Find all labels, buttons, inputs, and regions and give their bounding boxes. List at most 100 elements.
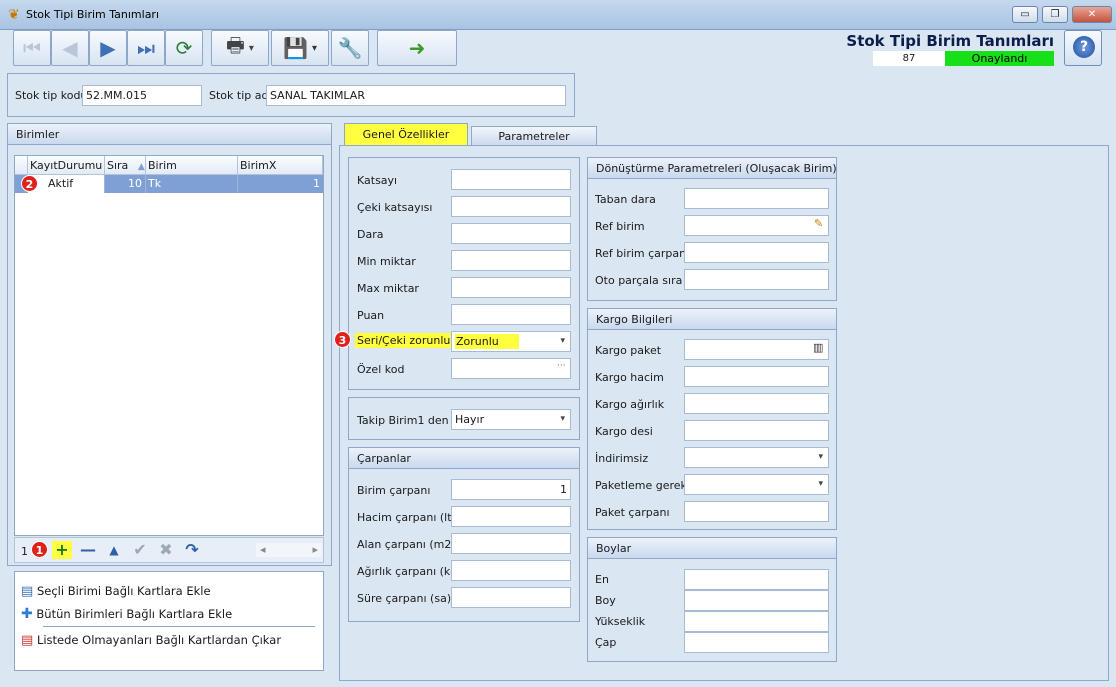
weight-multiplier-input[interactable] [451, 560, 571, 581]
grid-scrollbar[interactable]: ◂ ▸ [256, 543, 322, 557]
refresh-icon[interactable]: ⟳ [165, 30, 203, 66]
pager-text: 1 [21, 545, 28, 558]
move-up-icon[interactable]: ▲ [104, 541, 124, 559]
app-butterfly-icon: ❦ [8, 7, 20, 23]
base-tare-input[interactable] [684, 188, 829, 209]
remove-row-icon[interactable]: — [78, 541, 98, 559]
first-record-icon[interactable]: ⏮ [13, 30, 51, 66]
add-all-units-action[interactable]: ✚ Bütün Birimleri Bağlı Kartlara Ekle [21, 603, 232, 625]
diameter-input[interactable] [684, 632, 829, 653]
cargo-volume-input[interactable] [684, 366, 829, 387]
add-all-units-label: Bütün Birimleri Bağlı Kartlara Ekle [36, 607, 233, 621]
length-input[interactable] [684, 590, 829, 611]
width-input[interactable] [684, 569, 829, 590]
stock-name-input[interactable]: SANAL TAKIMLAR [266, 85, 566, 106]
minimize-button[interactable]: ▭ [1012, 6, 1038, 23]
cell-unit[interactable]: Tk [146, 175, 238, 193]
field-label-cargo-volume: Kargo hacim [595, 371, 664, 384]
field-label-score: Puan [357, 309, 385, 322]
next-record-icon[interactable]: ▶ [89, 30, 127, 66]
tab-general[interactable]: Genel Özellikler [344, 123, 468, 145]
pull-coefficient-input[interactable] [451, 196, 571, 217]
grid-indicator-header [15, 156, 28, 175]
restore-button[interactable]: ❐ [1042, 6, 1068, 23]
packaging-required-select[interactable] [684, 474, 829, 495]
scroll-right-icon[interactable]: ▸ [312, 543, 318, 556]
tracking-select[interactable]: Hayır [451, 409, 571, 430]
add-selected-icon: ▤ [21, 584, 34, 599]
area-multiplier-input[interactable] [451, 533, 571, 554]
unit-multiplier-input[interactable]: 1 [451, 479, 571, 500]
min-quantity-input[interactable] [451, 250, 571, 271]
field-label-special-code: Özel kod [357, 363, 405, 376]
ref-unit-input[interactable] [684, 215, 829, 236]
window-title: Stok Tipi Birim Tanımları [26, 8, 160, 21]
remove-missing-units-action[interactable]: ▤ Listede Olmayanları Bağlı Kartlardan Ç… [21, 629, 281, 651]
field-label-height: Yükseklik [595, 615, 646, 628]
serial-required-select[interactable]: Zorunlu [451, 331, 571, 352]
score-input[interactable] [451, 304, 571, 325]
column-header-unit[interactable]: Birim [146, 156, 238, 175]
field-label-base-tare: Taban dara [595, 193, 656, 206]
field-label-area-multiplier: Alan çarpanı (m2) [357, 538, 456, 551]
cargo-weight-input[interactable] [684, 393, 829, 414]
sizes-group: Boylar En Boy Yükseklik Çap [587, 537, 837, 662]
cell-order[interactable]: 10 [105, 175, 146, 193]
cell-unitx[interactable]: 1 [238, 175, 323, 193]
field-label-packaging-required: Paketleme gerekli [595, 479, 694, 492]
max-quantity-input[interactable] [451, 277, 571, 298]
field-label-volume-multiplier: Hacim çarpanı (lt) [357, 511, 456, 524]
no-discount-select[interactable] [684, 447, 829, 468]
field-label-pull-coefficient: Çeki katsayısı [357, 201, 433, 214]
barcode-icon[interactable]: ▥ [813, 341, 823, 354]
tab-parameters[interactable]: Parametreler [471, 126, 597, 145]
field-label-coefficient: Katsayı [357, 174, 398, 187]
stock-code-input[interactable]: 52.MM.015 [82, 85, 202, 106]
volume-multiplier-input[interactable] [451, 506, 571, 527]
cell-status[interactable]: Aktif [28, 175, 105, 193]
tare-input[interactable] [451, 223, 571, 244]
cancel-icon[interactable]: ✖ [156, 541, 176, 559]
field-label-length: Boy [595, 594, 616, 607]
conversion-title: Dönüştürme Parametreleri (Oluşacak Birim… [588, 158, 837, 179]
column-header-status[interactable]: KayıtDurumu [28, 156, 105, 175]
auto-split-order-input[interactable] [684, 269, 829, 290]
remove-missing-units-label: Listede Olmayanları Bağlı Kartlardan Çık… [36, 633, 282, 647]
actions-panel: ▤ Seçli Birimi Bağlı Kartlara Ekle ✚ Büt… [14, 571, 324, 671]
height-input[interactable] [684, 611, 829, 632]
add-selected-unit-action[interactable]: ▤ Seçli Birimi Bağlı Kartlara Ekle [21, 580, 211, 602]
field-label-serial-required: Seri/Çeki zorunlu [355, 333, 453, 348]
pdf-save-button[interactable]: 💾 ▾ [271, 30, 329, 66]
field-label-package-multiplier: Paket çarpanı [595, 506, 670, 519]
scroll-left-icon[interactable]: ◂ [260, 543, 266, 556]
field-label-cargo-package: Kargo paket [595, 344, 662, 357]
chevron-down-icon: ▾ [311, 42, 317, 54]
confirm-icon[interactable]: ✔ [130, 541, 150, 559]
lookup-icon[interactable]: ✎ [814, 217, 823, 230]
cargo-package-input[interactable] [684, 339, 829, 360]
print-button[interactable]: 🖶 ▾ [211, 30, 269, 66]
redo-icon[interactable]: ↷ [182, 541, 202, 559]
package-multiplier-input[interactable] [684, 501, 829, 522]
previous-record-icon[interactable]: ◀ [51, 30, 89, 66]
table-row[interactable]: Aktif 10 Tk 1 [15, 175, 323, 193]
tools-icon[interactable]: 🔧 [331, 30, 369, 66]
field-label-duration-multiplier: Süre çarpanı (sa) [357, 592, 452, 605]
page-title: Stok Tipi Birim Tanımları [846, 32, 1054, 50]
column-header-order[interactable]: Sıra ▲ [105, 156, 146, 175]
ellipsis-icon[interactable]: ··· [557, 361, 566, 371]
ref-unit-multiplier-input[interactable] [684, 242, 829, 263]
add-row-icon[interactable]: + [52, 541, 72, 559]
record-number: 87 [873, 51, 945, 66]
exit-icon[interactable]: ➜ [377, 30, 457, 66]
special-code-input[interactable] [451, 358, 571, 379]
last-record-icon[interactable]: ⏭ [127, 30, 165, 66]
duration-multiplier-input[interactable] [451, 587, 571, 608]
column-header-unitx[interactable]: BirimX [238, 156, 323, 175]
cargo-title: Kargo Bilgileri [588, 309, 836, 330]
help-button[interactable]: ? [1064, 30, 1102, 66]
close-button[interactable]: ✕ [1072, 6, 1112, 23]
cargo-desi-input[interactable] [684, 420, 829, 441]
actions-divider [43, 626, 315, 627]
coefficient-input[interactable] [451, 169, 571, 190]
